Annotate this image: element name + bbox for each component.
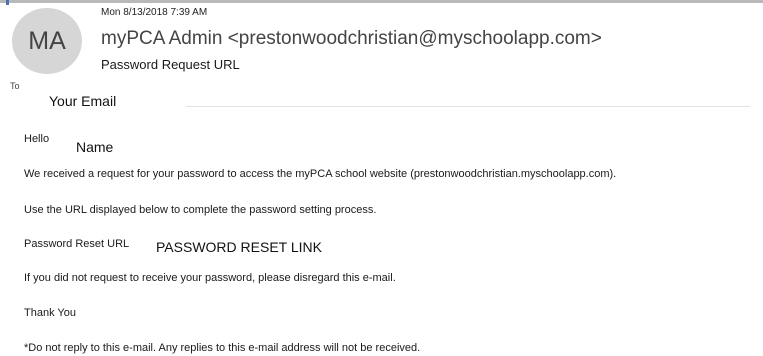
- window-edge-marker: [6, 0, 9, 5]
- email-sender[interactable]: myPCA Admin <prestonwoodchristian@myscho…: [101, 28, 602, 50]
- password-reset-link[interactable]: PASSWORD RESET LINK: [156, 239, 322, 255]
- body-line-thanks: Thank You: [24, 307, 76, 319]
- top-border: [0, 0, 763, 3]
- header-divider: [186, 106, 750, 107]
- email-date: Mon 8/13/2018 7:39 AM: [101, 7, 208, 18]
- reset-url-label: Password Reset URL: [24, 238, 130, 250]
- body-line-disregard: If you did not request to receive your p…: [24, 272, 396, 284]
- sender-avatar: MA: [12, 8, 82, 74]
- body-line-instructions: Use the URL displayed below to complete …: [24, 204, 377, 216]
- footer-note: *Do not reply to this e-mail. Any replie…: [24, 342, 421, 354]
- recipient-name: Name: [76, 139, 114, 155]
- body-line-request: We received a request for your password …: [24, 168, 617, 180]
- email-subject: Password Request URL: [101, 57, 240, 72]
- recipient[interactable]: Your Email: [49, 93, 116, 109]
- to-label: To: [10, 81, 20, 91]
- greeting: Hello: [24, 133, 50, 145]
